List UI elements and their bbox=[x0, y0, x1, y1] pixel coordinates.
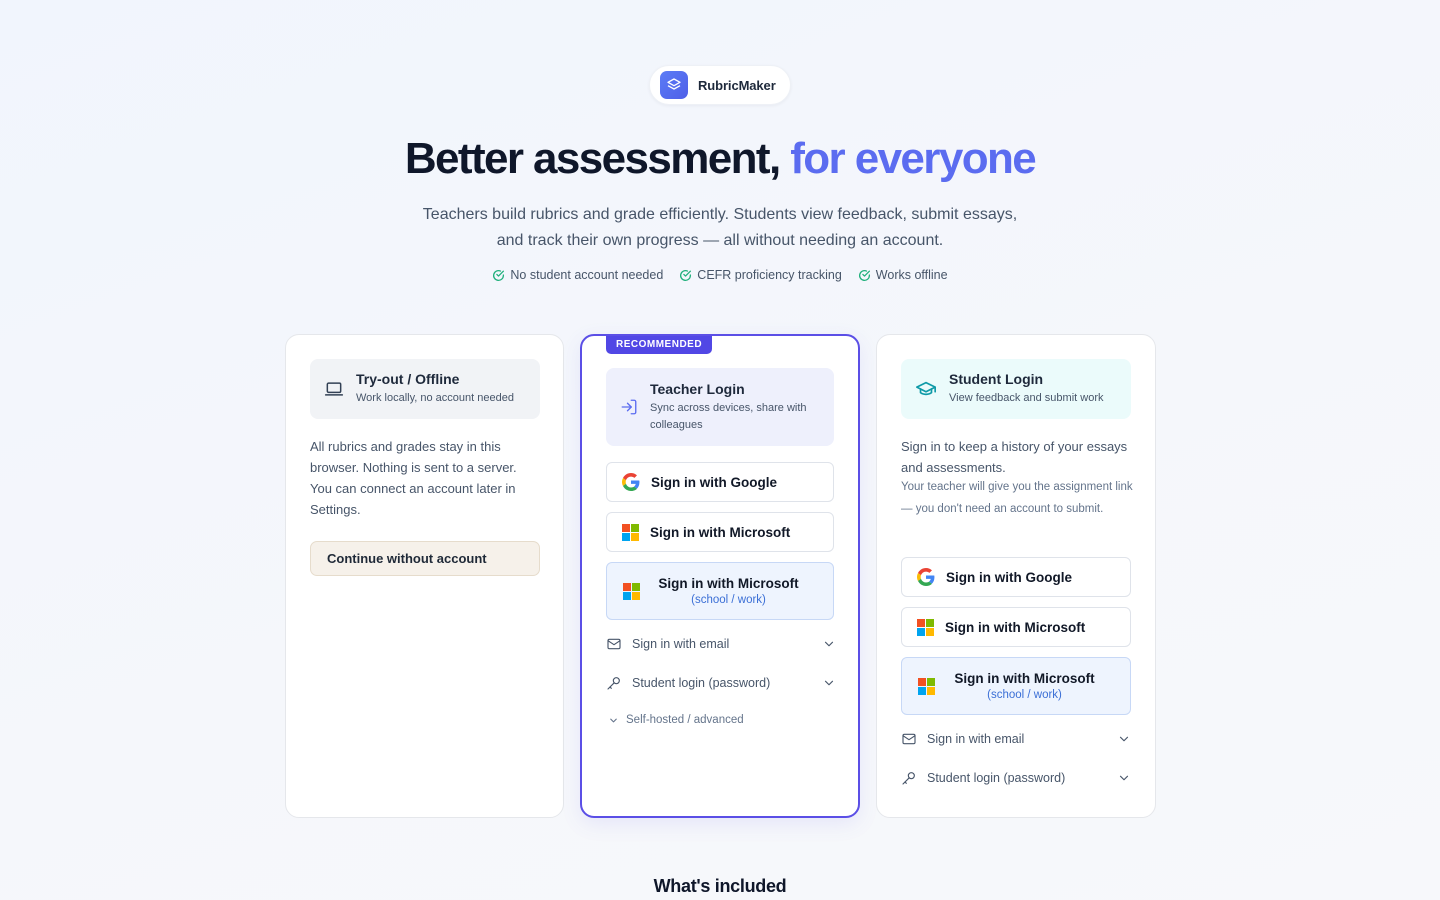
offline-card-description: All rubrics and grades stay in this brow… bbox=[310, 439, 517, 517]
offline-card-title: Try-out / Offline bbox=[356, 371, 460, 387]
toggle-label: Student login (password) bbox=[632, 676, 771, 690]
button-label: Sign in with Microsoft bbox=[954, 671, 1095, 686]
feature-label: CEFR proficiency tracking bbox=[697, 268, 842, 282]
google-icon bbox=[622, 473, 640, 491]
toggle-label: Student login (password) bbox=[927, 771, 1066, 785]
student-card-title: Student Login bbox=[949, 371, 1044, 387]
offline-card-header: Try-out / Offline Work locally, no accou… bbox=[310, 359, 540, 419]
feature-list: No student account needed CEFR proficien… bbox=[0, 268, 1440, 282]
student-card-header: Student Login View feedback and submit w… bbox=[901, 359, 1131, 419]
brand-name: RubricMaker bbox=[698, 77, 776, 93]
teacher-microsoft-signin-button[interactable]: Sign in with Microsoft bbox=[606, 512, 834, 552]
chevron-down-icon bbox=[824, 680, 834, 686]
student-email-signin-toggle[interactable]: Sign in with email bbox=[901, 727, 1131, 751]
student-password-login-toggle[interactable]: Student login (password) bbox=[901, 766, 1131, 790]
key-icon bbox=[607, 677, 620, 690]
offline-card-subtitle: Work locally, no account needed bbox=[356, 392, 514, 404]
teacher-student-password-toggle[interactable]: Student login (password) bbox=[606, 671, 836, 695]
chevron-down-icon bbox=[824, 641, 834, 647]
self-hosted-advanced-toggle[interactable]: Self-hosted / advanced bbox=[608, 714, 744, 726]
feature-item: No student account needed bbox=[492, 268, 663, 282]
toggle-label: Sign in with email bbox=[927, 732, 1025, 746]
student-microsoft-signin-button[interactable]: Sign in with Microsoft bbox=[901, 607, 1131, 647]
hero-title: Better assessment, for everyone bbox=[0, 132, 1440, 186]
button-label: Sign in with Google bbox=[651, 474, 777, 490]
toggle-label: Sign in with email bbox=[632, 637, 730, 651]
feature-label: Works offline bbox=[875, 268, 948, 282]
whats-included-heading: What's included bbox=[653, 876, 787, 896]
hero-title-accent: for everyone bbox=[790, 134, 1037, 183]
hero-title-main: Better assessment, bbox=[404, 134, 781, 183]
layers-icon bbox=[660, 71, 688, 99]
button-label: Sign in with Microsoft bbox=[658, 576, 799, 591]
check-circle-icon bbox=[680, 269, 692, 281]
chevron-down-icon bbox=[610, 718, 617, 722]
offline-card: Try-out / Offline Work locally, no accou… bbox=[285, 334, 564, 818]
student-card-description: Sign in to keep a history of your essays… bbox=[901, 439, 1128, 475]
google-icon bbox=[917, 568, 935, 586]
teacher-microsoft-school-signin-button[interactable]: Sign in with Microsoft (school / work) bbox=[606, 562, 834, 620]
check-circle-icon bbox=[493, 269, 505, 281]
feature-label: No student account needed bbox=[510, 268, 664, 282]
feature-item: CEFR proficiency tracking bbox=[679, 268, 842, 282]
teacher-card: RECOMMENDED Teacher Login Sync across de… bbox=[580, 334, 860, 818]
teacher-email-signin-toggle[interactable]: Sign in with email bbox=[606, 632, 836, 656]
microsoft-icon bbox=[623, 582, 640, 600]
recommended-badge: RECOMMENDED bbox=[606, 336, 713, 354]
microsoft-icon bbox=[918, 677, 935, 695]
teacher-card-header: Teacher Login Sync across devices, share… bbox=[606, 368, 834, 446]
mail-icon bbox=[902, 733, 916, 745]
check-circle-icon bbox=[858, 269, 870, 281]
chevron-down-icon bbox=[1119, 736, 1129, 742]
button-label: Sign in with Google bbox=[946, 569, 1072, 585]
button-label: Sign in with Microsoft bbox=[945, 619, 1086, 635]
student-card-subtitle: View feedback and submit work bbox=[949, 392, 1104, 404]
key-icon bbox=[902, 772, 915, 785]
hero-subtitle: Teachers build rubrics and grade efficie… bbox=[422, 206, 1018, 249]
microsoft-icon bbox=[917, 618, 934, 636]
graduation-cap-icon bbox=[916, 381, 936, 396]
continue-without-account-button[interactable]: Continue without account bbox=[310, 541, 540, 576]
feature-item: Works offline bbox=[858, 268, 948, 282]
button-sublabel: (school / work) bbox=[987, 689, 1062, 701]
button-sublabel: (school / work) bbox=[691, 594, 766, 606]
teacher-card-subtitle: Sync across devices, share with colleagu… bbox=[650, 401, 807, 431]
student-card-note: Your teacher will give you the assignmen… bbox=[901, 481, 1133, 515]
login-icon bbox=[621, 399, 637, 415]
laptop-icon bbox=[324, 382, 344, 396]
microsoft-icon bbox=[622, 523, 639, 541]
brand-pill: RubricMaker bbox=[649, 65, 791, 105]
chevron-down-icon bbox=[1119, 775, 1129, 781]
button-label: Sign in with Microsoft bbox=[650, 524, 791, 540]
student-google-signin-button[interactable]: Sign in with Google bbox=[901, 557, 1131, 597]
teacher-card-title: Teacher Login bbox=[650, 380, 745, 397]
mail-icon bbox=[607, 638, 621, 650]
student-microsoft-school-signin-button[interactable]: Sign in with Microsoft (school / work) bbox=[901, 657, 1131, 715]
student-card: Student Login View feedback and submit w… bbox=[876, 334, 1156, 818]
teacher-google-signin-button[interactable]: Sign in with Google bbox=[606, 462, 834, 502]
toggle-label: Self-hosted / advanced bbox=[626, 714, 744, 726]
